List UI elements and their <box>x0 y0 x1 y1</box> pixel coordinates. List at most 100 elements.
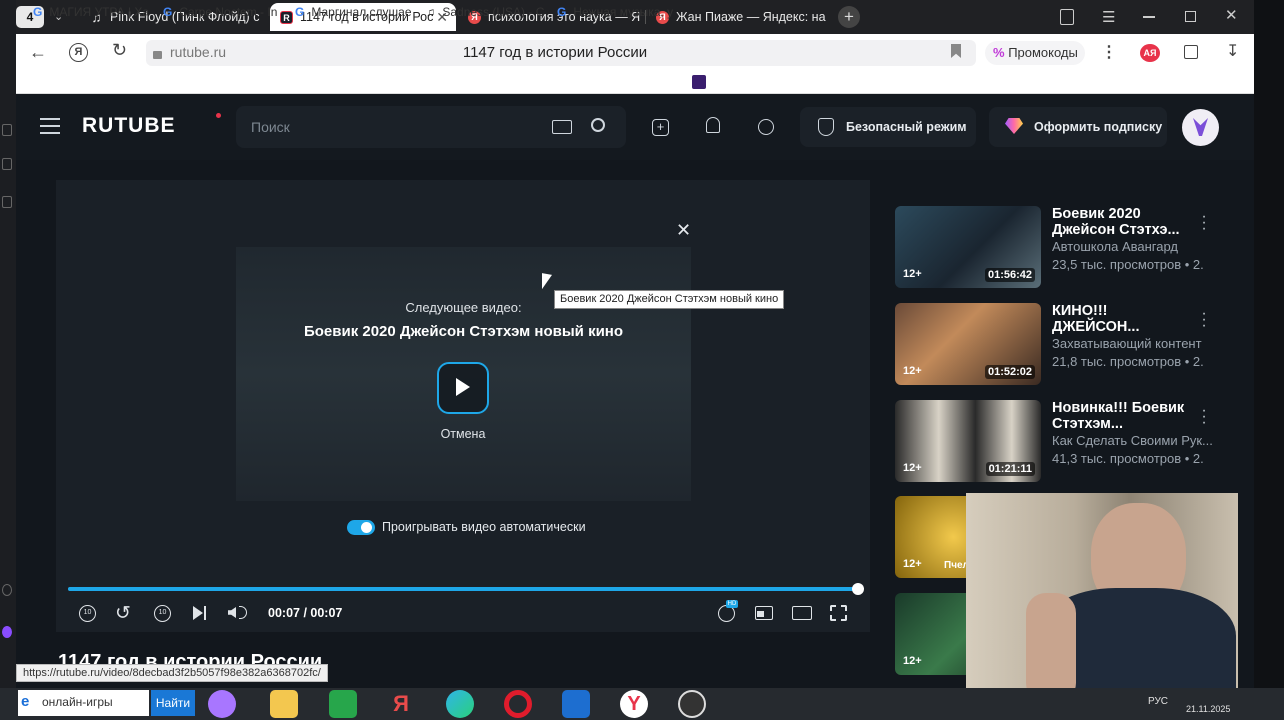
strip-icon <box>2 584 12 596</box>
yandex-home-icon[interactable]: Я <box>69 43 88 62</box>
taskbar-search-input[interactable]: онлайн-игры <box>42 695 113 709</box>
quality-badge: HD <box>726 600 738 608</box>
promo-button[interactable]: % Промокоды <box>985 41 1085 65</box>
cancel-button[interactable]: Отмена <box>413 427 513 441</box>
lock-icon[interactable] <box>153 51 162 59</box>
find-button[interactable]: Найти <box>151 690 195 716</box>
screen: 4 ⌄ ♫ Pink Floyd (Пинк Флойд) с R 1147 г… <box>0 0 1284 720</box>
rec-title[interactable]: Новинка!!! Боевик Стэтхэм... <box>1052 400 1192 432</box>
age-rating: 12+ <box>903 655 922 667</box>
bookmark-label: Маргинал слушае <box>311 5 412 19</box>
reload-icon[interactable]: ↻ <box>112 40 127 61</box>
logo-dot <box>216 113 221 118</box>
more-icon[interactable]: ⋮ <box>1101 42 1117 62</box>
restore-icon[interactable] <box>1185 11 1196 22</box>
url-domain[interactable]: rutube.ru <box>170 44 226 60</box>
shield-icon <box>818 118 834 136</box>
promo-label: Промокоды <box>1008 45 1078 60</box>
collections-icon[interactable] <box>1060 9 1074 25</box>
safe-mode-label: Безопасный режим <box>846 120 967 134</box>
autoplay-label: Проигрывать видео автоматически <box>382 520 586 534</box>
rec-thumbnail[interactable]: 12+ 01:21:11 <box>895 400 1041 482</box>
obs-icon[interactable] <box>678 690 706 718</box>
rec-views: 21,8 тыс. просмотров • 2. <box>1052 354 1204 369</box>
theater-mode-icon[interactable] <box>792 606 812 620</box>
next-bar <box>204 606 206 620</box>
age-rating: 12+ <box>903 268 922 280</box>
mouse-cursor-icon <box>542 273 552 291</box>
duration: 01:21:11 <box>985 462 1035 476</box>
back-icon[interactable]: ← <box>29 42 47 63</box>
upload-video-icon[interactable]: + <box>652 119 669 136</box>
minimize-icon[interactable] <box>1143 16 1155 18</box>
more-options-icon[interactable]: · · · <box>1198 209 1210 237</box>
forward-10-icon[interactable]: 10 <box>154 605 171 622</box>
webcam-arm <box>1026 593 1076 695</box>
bookmark-music[interactable]: G Нежная музыка, у <box>557 4 675 20</box>
more-options-icon[interactable]: · · · <box>1198 306 1210 334</box>
progress-handle[interactable] <box>852 583 864 595</box>
new-tab-button[interactable]: + <box>838 6 860 28</box>
vpn-shield-icon[interactable] <box>562 690 590 718</box>
rec-views: 41,3 тыс. просмотров • 2. <box>1052 451 1204 466</box>
next-video-title: Боевик 2020 Джейсон Стэтхэм новый кино <box>303 323 624 340</box>
video-bookmark-icon[interactable] <box>692 75 706 89</box>
extensions-icon[interactable] <box>1184 45 1198 59</box>
rec-title[interactable]: КИНО!!! ДЖЕЙСОН... <box>1052 303 1192 335</box>
rec-channel[interactable]: Автошкола Авангард <box>1052 239 1222 254</box>
music-note-icon: ♫ <box>426 5 435 19</box>
rewind-10-icon[interactable]: 10 <box>79 605 96 622</box>
search-icon[interactable] <box>591 118 605 132</box>
replay-icon[interactable]: ↺ <box>115 602 131 625</box>
bookmark-label: Нежная музыка, у <box>573 5 674 19</box>
bookmark-magia[interactable]: G МАГИЯ УТРА | Ха <box>33 4 148 20</box>
rutube-icon: R <box>280 11 293 24</box>
close-overlay-icon[interactable]: ✕ <box>676 220 691 241</box>
webcam-overlay <box>966 493 1238 695</box>
rutube-logo[interactable]: RUTUBE <box>82 114 176 138</box>
opera-icon[interactable] <box>504 690 532 718</box>
rec-channel[interactable]: Захватывающий контент <box>1052 336 1222 351</box>
next-icon[interactable] <box>193 606 203 620</box>
rec-thumbnail[interactable]: 12+ 01:52:02 <box>895 303 1041 385</box>
age-rating: 12+ <box>903 558 922 570</box>
subscribe-label: Оформить подписку <box>1034 120 1163 134</box>
progress-fill <box>68 587 858 591</box>
bookmark-marginal[interactable]: G Маргинал слушае <box>295 4 413 20</box>
file-explorer-icon[interactable] <box>270 690 298 718</box>
google-icon: G <box>33 5 43 19</box>
strip-icon <box>2 124 12 136</box>
miniplayer-inner <box>757 611 764 617</box>
alice-icon[interactable] <box>208 690 236 718</box>
theme-sun-icon[interactable] <box>758 119 774 135</box>
fullscreen-icon[interactable] <box>830 605 847 621</box>
rec-thumbnail[interactable]: 12+ 01:56:42 <box>895 206 1041 288</box>
download-icon[interactable]: ↧ <box>1226 41 1239 61</box>
hamburger-menu-icon[interactable] <box>40 118 60 120</box>
menu-icon[interactable]: ☰ <box>1102 8 1115 26</box>
close-window-icon[interactable]: ✕ <box>1225 6 1238 24</box>
bookmark-sadness[interactable]: ♫ Sadness (USA) - С <box>426 4 544 20</box>
notifications-bell-icon[interactable] <box>706 117 720 133</box>
tab-title: Жан Пиаже — Яндекс: на <box>676 10 826 24</box>
yandex-icon[interactable]: Я <box>387 690 415 718</box>
profile-avatar-icon[interactable]: АЯ <box>1140 44 1160 62</box>
rec-channel[interactable]: Как Сделать Своими Рук... <box>1052 433 1222 448</box>
keyboard-icon[interactable] <box>552 120 572 134</box>
time-display: 00:07 / 00:07 <box>268 606 343 620</box>
bookmark-carpe[interactable]: G Carpe Noctem - In <box>163 4 281 20</box>
store-icon[interactable] <box>329 690 357 718</box>
search-input[interactable]: Поиск <box>251 119 290 135</box>
bookmark-label: Carpe Noctem - In <box>179 5 278 19</box>
age-rating: 12+ <box>903 462 922 474</box>
bookmark-label: МАГИЯ УТРА | Ха <box>49 5 148 19</box>
toggle-knob <box>361 522 372 533</box>
yandex-browser-icon[interactable]: Y <box>620 690 648 718</box>
rec-title[interactable]: Боевик 2020 Джейсон Стэтхэ... <box>1052 206 1192 238</box>
language-indicator[interactable]: РУС <box>1148 696 1168 707</box>
edge-icon[interactable] <box>446 690 474 718</box>
date-display[interactable]: 21.11.2025 <box>1186 704 1230 714</box>
google-icon: G <box>163 5 173 19</box>
more-options-icon[interactable]: · · · <box>1198 403 1210 431</box>
duration: 01:56:42 <box>984 268 1035 282</box>
